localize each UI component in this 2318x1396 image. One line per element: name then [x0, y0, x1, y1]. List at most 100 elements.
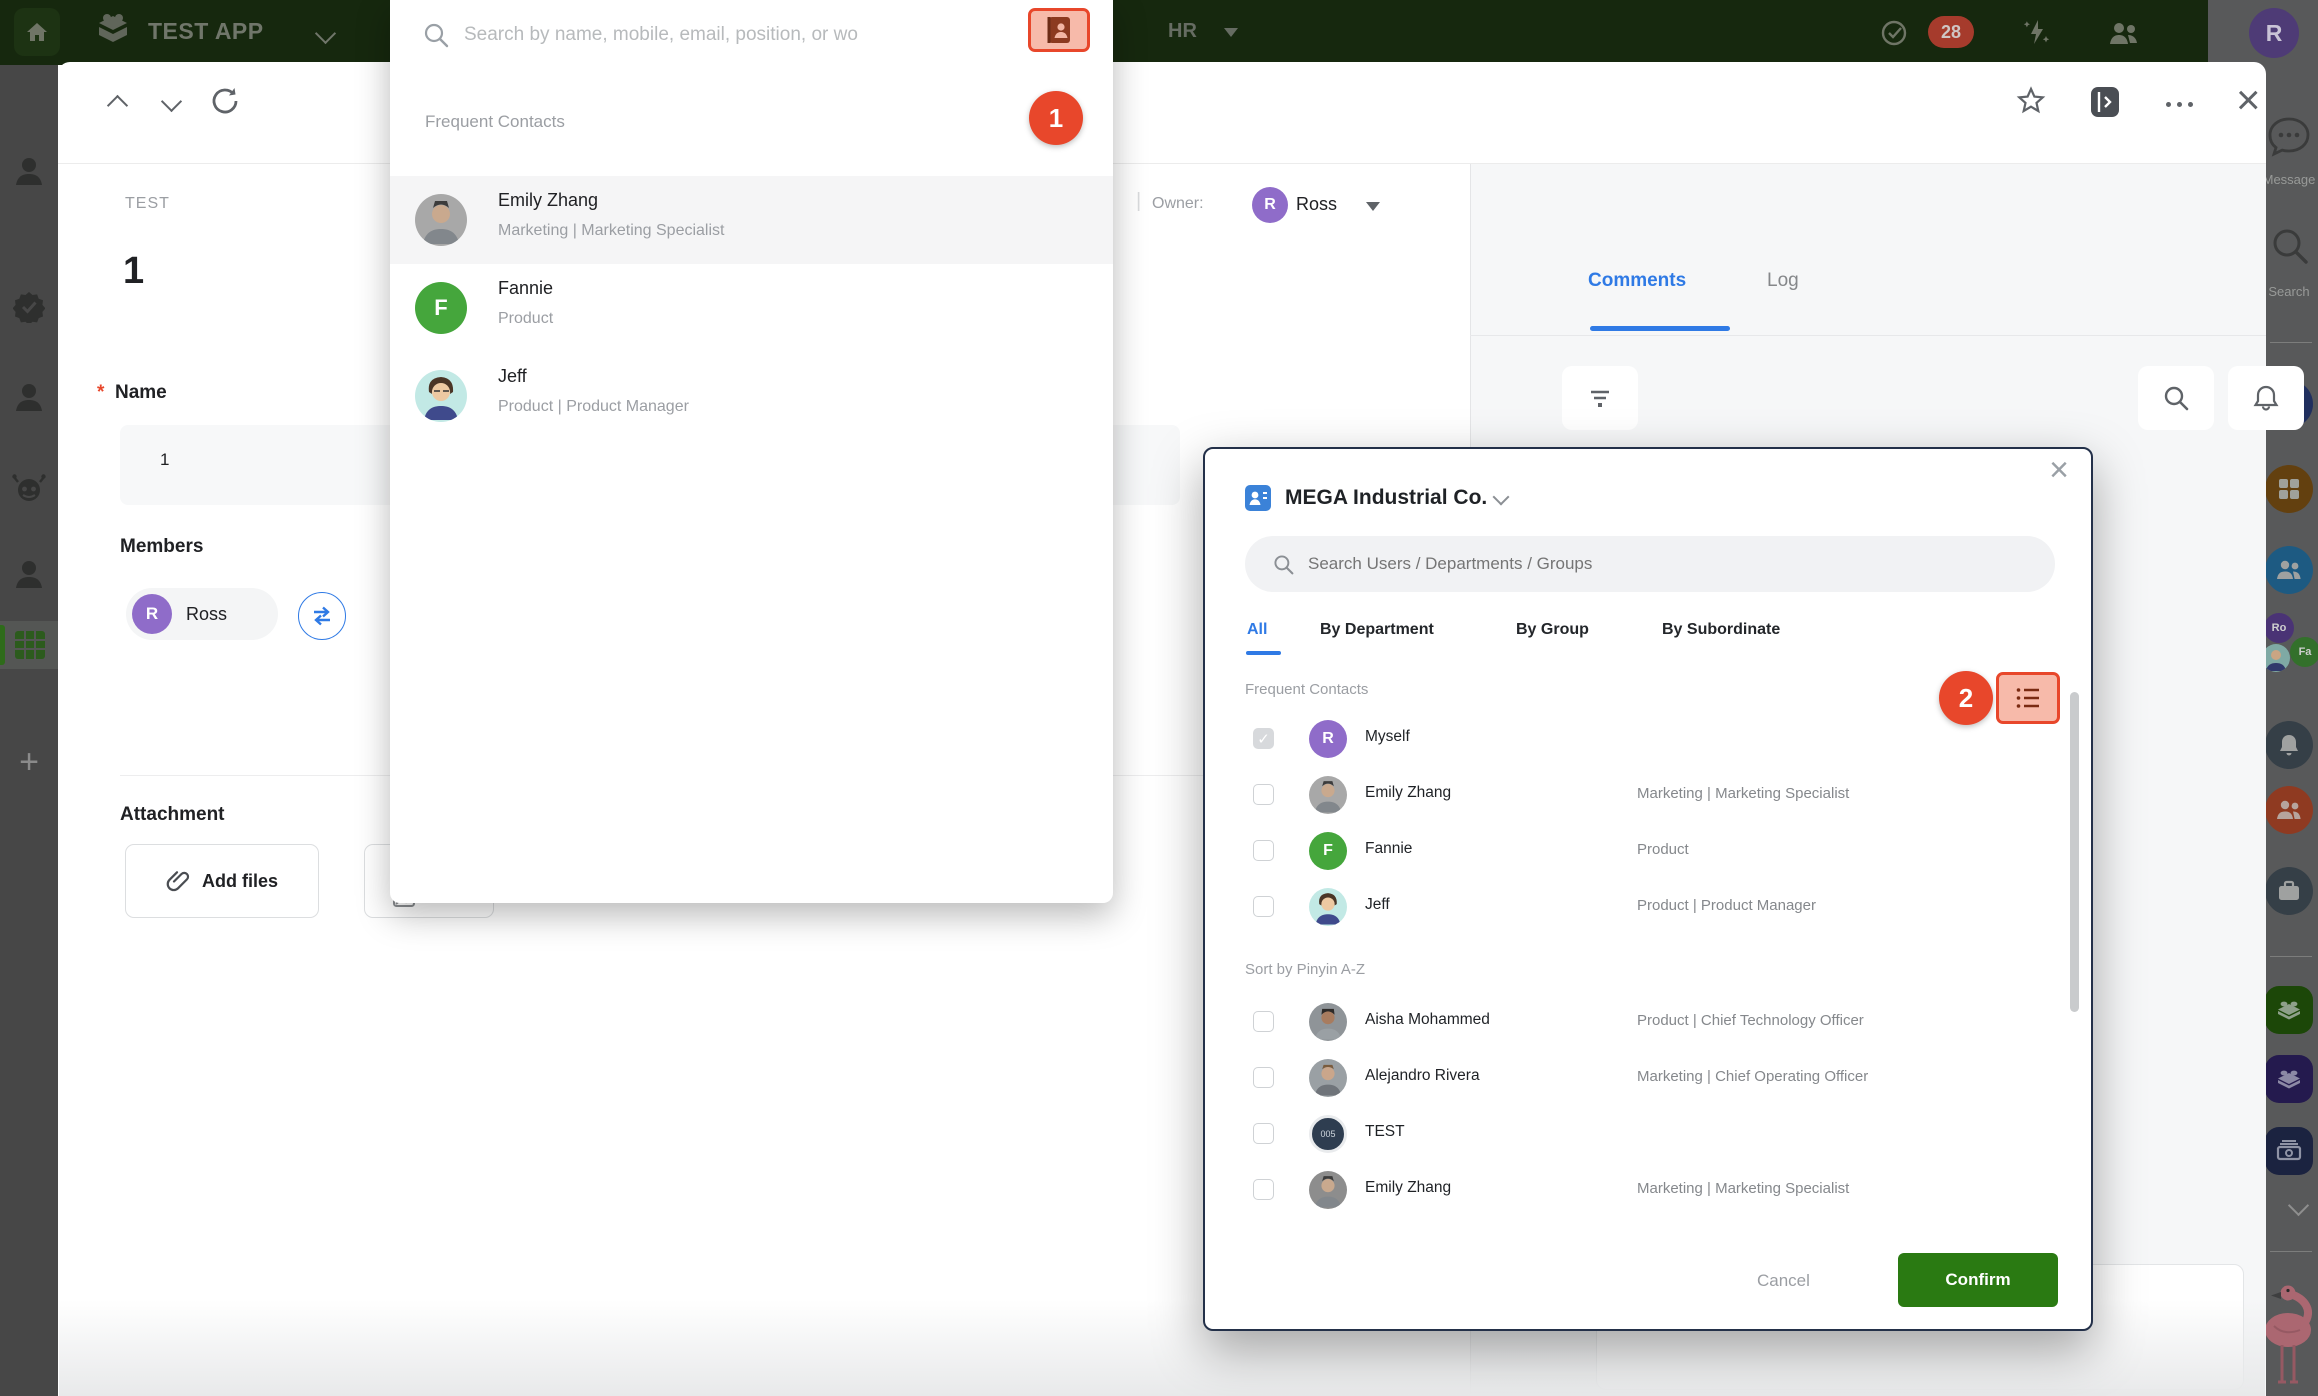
checkbox[interactable]	[1253, 896, 1274, 917]
annotation-badge-1: 1	[1029, 91, 1083, 145]
rail-mini-avatar-photo[interactable]	[2262, 644, 2290, 672]
favorite-button[interactable]	[2016, 86, 2046, 116]
checkbox[interactable]	[1253, 840, 1274, 861]
checkbox-checked[interactable]: ✓	[1253, 728, 1274, 749]
sidebar-item-people-3[interactable]	[13, 558, 45, 590]
member-name: Emily Zhang	[1365, 1179, 1451, 1197]
checkbox[interactable]	[1253, 1011, 1274, 1032]
transfer-members-button[interactable]	[298, 592, 346, 640]
annotated-list-view-button[interactable]	[1996, 672, 2060, 724]
member-dept: Marketing | Chief Operating Officer	[1637, 1068, 1868, 1085]
tab-by-group[interactable]: By Group	[1516, 621, 1589, 639]
sidebar-item-approvals[interactable]	[13, 291, 45, 323]
home-button[interactable]	[14, 8, 60, 56]
tab-comments[interactable]: Comments	[1588, 270, 1686, 292]
rail-expand-chevron-icon[interactable]	[2288, 1195, 2309, 1216]
rail-hr-people-icon[interactable]	[2265, 786, 2313, 834]
member-row-emily-2[interactable]: Emily Zhang Marketing | Marketing Specia…	[1205, 1162, 2065, 1218]
modal-search-input[interactable]	[1306, 553, 2010, 575]
checkbox[interactable]	[1253, 1123, 1274, 1144]
owner-dropdown-icon[interactable]	[1366, 202, 1380, 211]
rail-app-expense-icon[interactable]	[2265, 1127, 2313, 1175]
company-name[interactable]: MEGA Industrial Co.	[1285, 486, 1487, 510]
contacts-icon[interactable]	[2108, 20, 2140, 48]
filter-icon	[1588, 386, 1612, 410]
next-record-button[interactable]	[161, 91, 182, 112]
rail-divider	[2270, 342, 2312, 343]
member-row-emily[interactable]: Emily Zhang Marketing | Marketing Specia…	[1205, 767, 2065, 823]
tabs-divider	[1470, 335, 2266, 336]
cancel-button[interactable]: Cancel	[1757, 1271, 1810, 1291]
active-tab-underline	[1246, 651, 1281, 655]
confirm-button[interactable]: Confirm	[1898, 1253, 2058, 1307]
tab-log[interactable]: Log	[1767, 270, 1799, 292]
sidebar-item-people-2[interactable]	[13, 381, 45, 413]
member-row-jeff[interactable]: Jeff Product | Product Manager	[1205, 879, 2065, 935]
app-switch-chevron-icon[interactable]	[315, 23, 336, 44]
sidebar-item-bot[interactable]	[12, 472, 46, 504]
modal-frequent-heading: Frequent Contacts	[1245, 681, 1368, 698]
checkbox[interactable]	[1253, 1067, 1274, 1088]
rail-app-grid-icon[interactable]	[2265, 465, 2313, 513]
contact-row-jeff[interactable]: Jeff Product | Product Manager	[390, 352, 1113, 440]
owner-avatar[interactable]: R	[1252, 187, 1288, 223]
side-panel-button[interactable]	[2090, 86, 2120, 118]
rail-divider	[2270, 956, 2312, 957]
rail-app-people-icon[interactable]	[2265, 546, 2313, 594]
tab-by-department[interactable]: By Department	[1320, 621, 1434, 639]
tab-all[interactable]: All	[1247, 621, 1267, 639]
member-row-alejandro[interactable]: Alejandro Rivera Marketing | Chief Opera…	[1205, 1050, 2065, 1106]
rail-notifications-icon[interactable]	[2265, 721, 2313, 769]
modal-scrollbar[interactable]	[2070, 692, 2079, 1012]
member-row-fannie[interactable]: F Fannie Product	[1205, 823, 2065, 879]
contact-search-input[interactable]	[462, 14, 1016, 56]
close-dialog-button[interactable]: ×	[2236, 76, 2261, 124]
avatar	[1309, 1171, 1347, 1209]
member-row-aisha[interactable]: Aisha Mohammed Product | Chief Technolog…	[1205, 994, 2065, 1050]
todo-count-badge[interactable]: 28	[1928, 16, 1974, 48]
member-name: TEST	[1365, 1123, 1405, 1141]
checkbox[interactable]	[1253, 1179, 1274, 1200]
owner-name[interactable]: Ross	[1296, 194, 1337, 215]
member-row-myself[interactable]: ✓ R Myself	[1205, 711, 2065, 767]
ai-assistant-icon[interactable]	[2022, 17, 2052, 47]
add-files-button[interactable]: Add files	[125, 844, 319, 918]
avatar	[1309, 888, 1347, 926]
contact-row-fannie[interactable]: F Fannie Product	[390, 264, 1113, 352]
sidebar-item-people-1[interactable]	[13, 155, 45, 187]
rail-workbench-icon[interactable]	[2265, 867, 2313, 915]
search-icon	[423, 22, 449, 48]
message-icon[interactable]	[2267, 116, 2311, 158]
workspace-label[interactable]: HR	[1168, 20, 1197, 43]
refresh-button[interactable]	[210, 86, 240, 116]
member-row-test[interactable]: 005 TEST	[1205, 1106, 2065, 1162]
sidebar-item-active-table[interactable]	[0, 621, 58, 669]
prev-record-button[interactable]	[107, 95, 128, 116]
contact-detail: Marketing | Marketing Specialist	[498, 222, 724, 240]
app-title[interactable]: TEST APP	[148, 18, 264, 45]
annotated-contact-picker-button[interactable]	[1028, 8, 1090, 52]
member-chip[interactable]: R Ross	[126, 588, 278, 640]
workspace-dropdown-icon[interactable]	[1224, 28, 1238, 37]
rail-search-icon[interactable]	[2270, 226, 2310, 266]
company-switch-chevron-icon[interactable]	[1493, 489, 1510, 506]
todo-icon[interactable]	[1880, 19, 1908, 47]
tab-by-subordinate[interactable]: By Subordinate	[1662, 621, 1780, 639]
sidebar-add-button[interactable]: +	[19, 743, 39, 782]
app-logo-icon	[92, 12, 134, 52]
subscribe-comments-button[interactable]	[2228, 366, 2304, 430]
checkbox[interactable]	[1253, 784, 1274, 805]
rail-user-avatar[interactable]: R	[2249, 8, 2299, 58]
more-options-button[interactable]	[2166, 102, 2206, 107]
left-sidebar: +	[0, 65, 58, 1396]
rail-mini-avatar-fa[interactable]: Fa	[2290, 637, 2318, 667]
rail-app-green-brick-icon[interactable]	[2265, 986, 2313, 1034]
contact-row-emily[interactable]: Emily Zhang Marketing | Marketing Specia…	[390, 176, 1113, 264]
rail-mini-avatar-ro[interactable]: Ro	[2264, 613, 2294, 643]
rail-app-purple-brick-icon[interactable]	[2265, 1055, 2313, 1103]
filter-comments-button[interactable]	[1562, 366, 1638, 430]
member-dept: Marketing | Marketing Specialist	[1637, 1180, 1849, 1197]
record-type-label: TEST	[125, 195, 170, 213]
close-modal-button[interactable]: ×	[2049, 451, 2069, 490]
search-comments-button[interactable]	[2138, 366, 2214, 430]
